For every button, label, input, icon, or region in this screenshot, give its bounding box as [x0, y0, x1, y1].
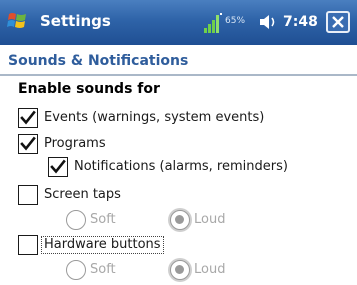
speaker-icon[interactable] — [258, 13, 278, 31]
screen-taps-soft-label[interactable]: Soft — [90, 212, 116, 228]
battery-level: 65% — [225, 16, 246, 26]
events-label[interactable]: Events (warnings, system events) — [44, 110, 264, 126]
notifications-label[interactable]: Notifications (alarms, reminders) — [74, 159, 288, 175]
hardware-buttons-soft-label[interactable]: Soft — [90, 262, 116, 278]
windows-flag-icon[interactable] — [6, 9, 30, 33]
programs-label[interactable]: Programs — [44, 136, 106, 152]
hardware-buttons-loud-label[interactable]: Loud — [194, 262, 225, 278]
checkmark-icon — [20, 110, 36, 125]
close-icon[interactable] — [326, 11, 350, 33]
checkmark-icon — [50, 159, 66, 174]
screen-taps-loud-label[interactable]: Loud — [194, 212, 225, 228]
screen-taps-loud-radio[interactable] — [170, 210, 190, 230]
signal-strength-icon[interactable] — [203, 12, 223, 34]
page-title: Sounds & Notifications — [8, 53, 189, 69]
hardware-buttons-label[interactable]: Hardware buttons — [41, 236, 164, 254]
header-divider — [0, 74, 357, 76]
programs-checkbox[interactable] — [18, 134, 38, 154]
settings-screen: Settings 65% 7:48 Sounds & Notifications… — [0, 0, 357, 285]
section-label: Enable sounds for — [18, 81, 160, 97]
title-bar: Settings 65% 7:48 — [0, 0, 357, 45]
checkmark-icon — [20, 136, 36, 151]
events-checkbox[interactable] — [18, 108, 38, 128]
hardware-buttons-checkbox[interactable] — [18, 235, 38, 255]
screen-taps-label[interactable]: Screen taps — [44, 187, 121, 203]
hardware-buttons-loud-radio[interactable] — [170, 260, 190, 280]
notifications-checkbox[interactable] — [48, 157, 68, 177]
screen-taps-soft-radio[interactable] — [66, 210, 86, 230]
hardware-buttons-soft-radio[interactable] — [66, 260, 86, 280]
screen-taps-checkbox[interactable] — [18, 185, 38, 205]
window-title: Settings — [40, 12, 111, 30]
clock-time[interactable]: 7:48 — [283, 13, 318, 31]
